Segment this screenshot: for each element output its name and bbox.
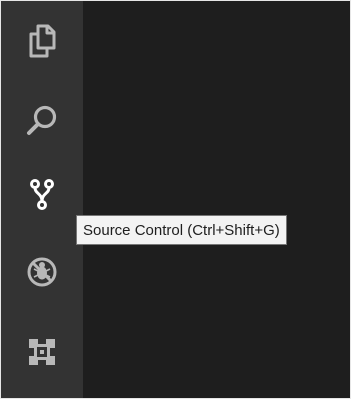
- source-control-icon: [27, 178, 57, 212]
- tooltip-text: Source Control (Ctrl+Shift+G): [83, 221, 280, 239]
- extensions-button[interactable]: [1, 321, 83, 383]
- activity-bar: [1, 1, 83, 398]
- search-icon: [25, 104, 59, 138]
- source-control-tooltip: Source Control (Ctrl+Shift+G): [76, 215, 287, 245]
- search-button[interactable]: [1, 90, 83, 152]
- window-frame: Source Control (Ctrl+Shift+G): [1, 1, 350, 398]
- files-icon: [25, 23, 59, 59]
- explorer-button[interactable]: [1, 10, 83, 72]
- extensions-icon: [25, 335, 59, 369]
- debug-button[interactable]: [1, 241, 83, 303]
- debug-icon: [25, 255, 59, 289]
- source-control-button[interactable]: [1, 164, 83, 226]
- editor-area: [83, 1, 350, 398]
